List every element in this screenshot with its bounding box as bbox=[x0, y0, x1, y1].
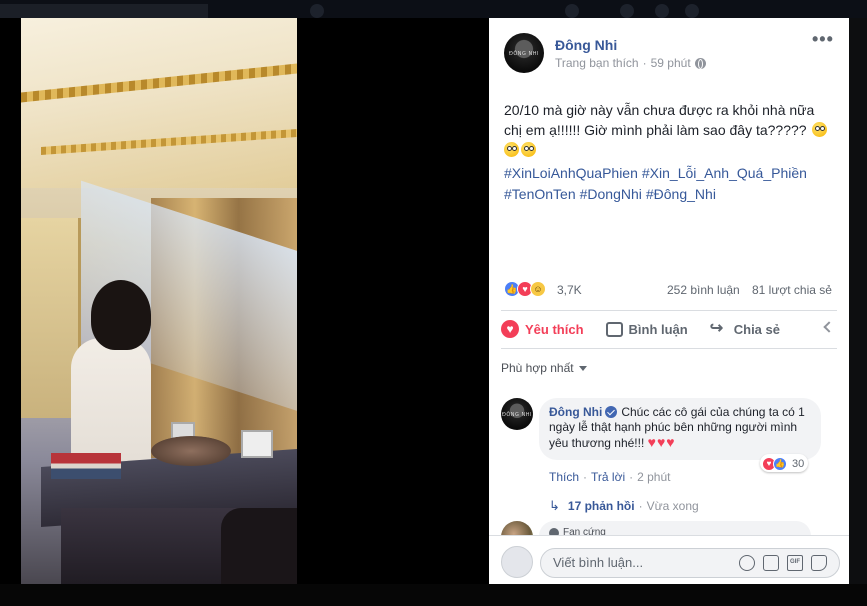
hashtag-link[interactable]: #Đông_Nhi bbox=[646, 186, 716, 202]
camera-icon[interactable] bbox=[763, 555, 779, 571]
reaction-icons[interactable]: 👍 ♥ ☺ bbox=[504, 281, 546, 297]
share-count[interactable]: 81 lượt chia sẻ bbox=[752, 283, 832, 297]
more-options-icon[interactable]: ••• bbox=[812, 30, 834, 48]
post-panel: ĐÔNG NHI Đông Nhi Trang bạn thích · 59 p… bbox=[489, 18, 849, 584]
messages-icon[interactable] bbox=[620, 4, 634, 18]
composer-tools: GIF bbox=[739, 555, 827, 571]
search-box[interactable] bbox=[0, 4, 208, 18]
reply-arrow-icon: ↳ bbox=[549, 498, 560, 513]
commenter-name[interactable]: Đông Nhi bbox=[549, 405, 602, 419]
post-text-line-with-emoji: chị em ạ!!!!!! Giờ mình phải làm sao đây… bbox=[504, 120, 839, 140]
author-avatar[interactable]: ĐÔNG NHI bbox=[504, 33, 544, 73]
love-button[interactable]: Yêu thích bbox=[501, 320, 584, 338]
top-navigation-bar bbox=[0, 0, 867, 18]
comment-count[interactable]: 252 bình luận bbox=[667, 283, 740, 297]
globe-icon bbox=[694, 57, 706, 69]
photo-frame bbox=[241, 430, 273, 458]
comment-composer: Viết bình luận... GIF bbox=[489, 535, 849, 584]
profile-avatar[interactable] bbox=[310, 4, 324, 18]
emoji-row bbox=[504, 140, 839, 160]
photo-chair bbox=[221, 508, 297, 584]
share-button[interactable]: ↪ Chia sẻ bbox=[709, 320, 780, 337]
hashtag-link[interactable]: #Xin_Lỗi_Anh_Quá_Phiền bbox=[642, 165, 807, 181]
comment-like-link[interactable]: Thích bbox=[549, 470, 579, 484]
like-reaction-icon: 👍 bbox=[773, 456, 787, 471]
gif-icon[interactable]: GIF bbox=[787, 555, 803, 571]
meta-separator: · bbox=[638, 499, 643, 513]
post-actions: Yêu thích Bình luận ↪ Chia sẻ bbox=[501, 311, 837, 347]
love-button-label: Yêu thích bbox=[525, 321, 584, 337]
sticker-icon[interactable] bbox=[811, 555, 827, 571]
post-meta: Trang bạn thích · 59 phút bbox=[555, 56, 706, 70]
caret-down-icon bbox=[578, 365, 587, 371]
hashtags: #XinLoiAnhQuaPhien #Xin_Lỗi_Anh_Quá_Phiền… bbox=[504, 163, 839, 205]
post-photo[interactable] bbox=[21, 18, 297, 584]
meta-separator: · bbox=[583, 470, 588, 484]
eye-roll-emoji-icon bbox=[504, 142, 519, 157]
chevron-down-icon[interactable] bbox=[823, 321, 835, 333]
audience-label[interactable]: Trang bạn thích bbox=[555, 56, 639, 70]
background-strip bbox=[849, 18, 867, 606]
eye-roll-emoji-icon bbox=[521, 142, 536, 157]
photo-feather-duster bbox=[151, 436, 231, 466]
avatar-logo: ĐÔNG NHI bbox=[502, 412, 532, 419]
post-header: ĐÔNG NHI Đông Nhi Trang bạn thích · 59 p… bbox=[489, 18, 849, 88]
comment-reaction-count: 30 bbox=[792, 457, 805, 470]
haha-reaction-icon: ☺ bbox=[530, 281, 546, 297]
my-avatar bbox=[501, 546, 533, 578]
comment-input-placeholder: Viết bình luận... bbox=[553, 555, 644, 570]
meta-separator: · bbox=[629, 470, 634, 484]
eye-roll-emoji-icon bbox=[812, 122, 828, 137]
post-text: 20/10 mà giờ này vẫn chưa được ra khỏi n… bbox=[504, 100, 839, 160]
comment-reactions[interactable]: ♥ 👍 30 bbox=[760, 454, 809, 472]
background-strip bbox=[0, 584, 867, 606]
comment-button[interactable]: Bình luận bbox=[605, 321, 688, 337]
view-replies-link[interactable]: 17 phản hồi bbox=[568, 499, 635, 513]
heart-emoji-icon: ♥♥♥ bbox=[647, 434, 676, 450]
comment-time[interactable]: 2 phút bbox=[637, 470, 670, 484]
comment-button-label: Bình luận bbox=[628, 321, 688, 337]
hashtag-link[interactable]: #DongNhi bbox=[580, 186, 642, 202]
hashtag-link[interactable]: #XinLoiAnhQuaPhien bbox=[504, 165, 638, 181]
reaction-count[interactable]: 3,7K bbox=[557, 283, 582, 297]
emoji-icon[interactable] bbox=[739, 555, 755, 571]
notifications-icon[interactable] bbox=[655, 4, 669, 18]
help-icon[interactable] bbox=[685, 4, 699, 18]
commenter-avatar[interactable]: ĐÔNG NHI bbox=[501, 398, 533, 430]
share-button-label: Chia sẻ bbox=[733, 321, 780, 337]
hashtag-link[interactable]: #TenOnTen bbox=[504, 186, 576, 202]
comment-reply-link[interactable]: Trả lời bbox=[591, 470, 625, 484]
comment-icon bbox=[605, 321, 623, 337]
share-arrow-icon: ↪ bbox=[709, 320, 724, 337]
meta-separator: · bbox=[642, 56, 647, 70]
comment-sort-dropdown[interactable]: Phù hợp nhất bbox=[501, 361, 587, 375]
heart-icon bbox=[501, 320, 519, 338]
replies-time: Vừa xong bbox=[646, 499, 699, 513]
reactions-summary: 👍 ♥ ☺ 3,7K 252 bình luận 81 lượt chia sẻ bbox=[504, 280, 834, 300]
photo-ceiling bbox=[21, 18, 297, 188]
friends-icon[interactable] bbox=[565, 4, 579, 18]
post-time[interactable]: 59 phút bbox=[651, 56, 691, 70]
divider bbox=[501, 348, 837, 349]
avatar-logo: ĐÔNG NHI bbox=[509, 51, 539, 57]
comment-meta: Thích · Trả lời · 2 phút bbox=[549, 470, 670, 484]
view-replies: ↳ 17 phản hồi · Vừa xong bbox=[549, 498, 699, 514]
verified-badge-icon bbox=[605, 406, 618, 418]
comment-bubble: Đông Nhi Chúc các cô gái của chúng ta có … bbox=[539, 398, 821, 460]
photo-woman-hair bbox=[91, 280, 151, 350]
post-text-line: chị em ạ!!!!!! Giờ mình phải làm sao đây… bbox=[504, 122, 807, 138]
sort-label: Phù hợp nhất bbox=[501, 361, 574, 375]
post-text-line: 20/10 mà giờ này vẫn chưa được ra khỏi n… bbox=[504, 102, 815, 118]
author-name[interactable]: Đông Nhi bbox=[555, 37, 617, 53]
photo-books bbox=[51, 453, 121, 479]
